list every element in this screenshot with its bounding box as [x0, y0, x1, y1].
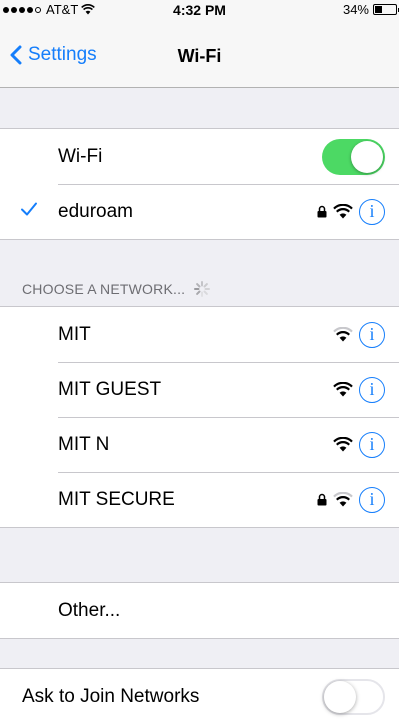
wifi-signal-icon — [333, 492, 353, 507]
ask-to-join-group: Ask to Join Networks — [0, 668, 399, 719]
section-header-label: CHOOSE A NETWORK... — [22, 281, 186, 297]
network-row-mit-guest[interactable]: MIT GUEST i — [0, 362, 399, 417]
ask-to-join-row: Ask to Join Networks — [0, 669, 399, 719]
network-icons: i — [333, 417, 385, 472]
lock-icon — [317, 205, 327, 218]
battery-fill — [375, 6, 382, 13]
network-row-mit-n[interactable]: MIT N i — [0, 417, 399, 472]
wifi-signal-icon — [333, 382, 353, 397]
wifi-signal-icon — [333, 327, 353, 342]
status-time: 4:32 PM — [173, 2, 226, 18]
wifi-toggle-row: Wi-Fi — [0, 129, 399, 184]
network-row-mit[interactable]: MIT i — [0, 307, 399, 362]
network-name: MIT GUEST — [58, 378, 162, 400]
choose-network-header: CHOOSE A NETWORK... — [22, 280, 211, 298]
ask-to-join-toggle-switch[interactable] — [322, 679, 385, 715]
status-right: 34% — [342, 2, 399, 17]
info-icon[interactable]: i — [359, 431, 385, 458]
wifi-toggle-switch[interactable] — [322, 139, 385, 175]
loading-spinner-icon — [194, 281, 211, 297]
battery-percent: 34% — [342, 2, 369, 17]
network-icons: i — [333, 307, 385, 362]
network-icons: i — [317, 472, 385, 527]
lock-icon — [317, 493, 327, 506]
network-row-mit-secure[interactable]: MIT SECURE i — [0, 472, 399, 527]
info-icon[interactable]: i — [359, 198, 385, 225]
wifi-toggle-label: Wi-Fi — [58, 145, 103, 167]
toggle-knob — [351, 141, 383, 173]
info-icon[interactable]: i — [359, 321, 385, 348]
wifi-signal-icon — [333, 204, 353, 219]
battery-icon — [373, 4, 399, 15]
info-icon[interactable]: i — [359, 376, 385, 403]
connected-network-icons: i — [317, 184, 385, 239]
network-name: MIT SECURE — [58, 488, 175, 510]
network-icons: i — [333, 362, 385, 417]
wifi-settings-screen: AT&T 4:32 PM 34% Settings Wi-Fi Wi-Fi ed… — [0, 0, 399, 719]
other-network-label: Other... — [58, 599, 121, 621]
wifi-signal-icon — [333, 437, 353, 452]
other-group: Other... — [0, 582, 399, 639]
network-name: MIT — [58, 323, 91, 345]
info-icon[interactable]: i — [359, 486, 385, 513]
wifi-group: Wi-Fi eduroam i — [0, 128, 399, 240]
other-network-row[interactable]: Other... — [0, 583, 399, 638]
network-name: MIT N — [58, 433, 110, 455]
network-list: MIT i MIT GUEST i MIT N i MIT SECURE i — [0, 306, 399, 528]
navigation-bar: Settings Wi-Fi — [0, 20, 399, 88]
connected-network-row[interactable]: eduroam i — [0, 184, 399, 239]
toggle-knob — [324, 681, 356, 713]
connected-network-name: eduroam — [58, 200, 133, 222]
ask-to-join-label: Ask to Join Networks — [22, 685, 200, 707]
status-bar: AT&T 4:32 PM 34% — [0, 0, 399, 20]
checkmark-icon — [21, 202, 37, 216]
page-title: Wi-Fi — [177, 46, 222, 66]
